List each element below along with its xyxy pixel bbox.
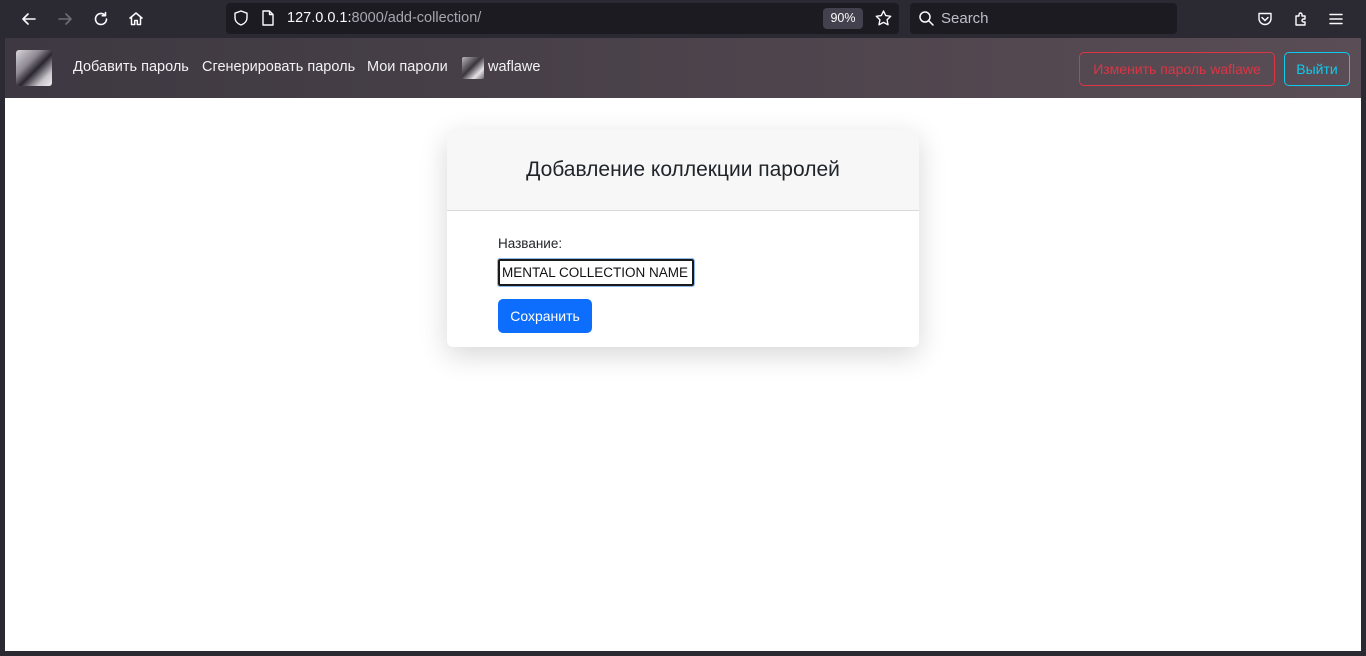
nav-username[interactable]: waflawe (488, 59, 540, 75)
shield-icon[interactable] (232, 9, 250, 27)
user-avatar[interactable] (462, 57, 484, 79)
page-viewport: Добавить пароль Сгенерировать пароль Мои… (5, 38, 1361, 651)
nav-link-add-password[interactable]: Добавить пароль (73, 59, 189, 75)
pocket-button[interactable] (1251, 5, 1279, 33)
add-collection-card: Добавление коллекции паролей Название: С… (447, 130, 919, 347)
brand-logo[interactable] (16, 50, 52, 86)
collection-name-input[interactable] (497, 258, 695, 287)
search-bar[interactable]: Search (910, 3, 1177, 34)
menu-button[interactable] (1322, 5, 1350, 33)
site-navbar: Добавить пароль Сгенерировать пароль Мои… (5, 38, 1361, 98)
url-path: 8000/add-collection/ (351, 10, 482, 26)
puzzle-icon (1295, 12, 1306, 26)
search-placeholder: Search (941, 10, 989, 27)
url-text[interactable]: 127.0.0.1:8000/add-collection/ (287, 10, 481, 26)
bookmark-star-icon[interactable] (874, 9, 893, 28)
card-header: Добавление коллекции паролей (447, 130, 919, 211)
hamburger-menu-icon (1329, 13, 1343, 25)
arrow-left-icon (22, 13, 36, 25)
reload-button[interactable] (87, 5, 115, 33)
back-button[interactable] (15, 5, 43, 33)
change-password-button[interactable]: Изменить пароль waflawe (1079, 52, 1275, 86)
browser-toolbar: 127.0.0.1:8000/add-collection/ 90% Searc… (0, 0, 1366, 38)
url-host: 127.0.0.1: (287, 10, 352, 26)
save-button[interactable]: Сохранить (498, 299, 592, 333)
nav-link-my-passwords[interactable]: Мои пароли (367, 59, 448, 75)
logout-button[interactable]: Выйти (1284, 52, 1350, 86)
extensions-button[interactable] (1287, 5, 1315, 33)
home-button[interactable] (122, 5, 150, 33)
reload-icon (94, 11, 108, 26)
arrow-right-icon (58, 13, 72, 25)
card-title: Добавление коллекции паролей (526, 158, 840, 181)
home-icon (129, 12, 143, 26)
search-icon (919, 11, 934, 26)
address-bar[interactable]: 127.0.0.1:8000/add-collection/ 90% (226, 3, 899, 34)
nav-link-generate-password[interactable]: Сгенерировать пароль (202, 59, 355, 75)
pocket-icon (1258, 12, 1272, 26)
forward-button[interactable] (51, 5, 79, 33)
zoom-level-badge[interactable]: 90% (823, 8, 863, 29)
name-label: Название: (498, 236, 563, 251)
page-icon (262, 10, 274, 26)
